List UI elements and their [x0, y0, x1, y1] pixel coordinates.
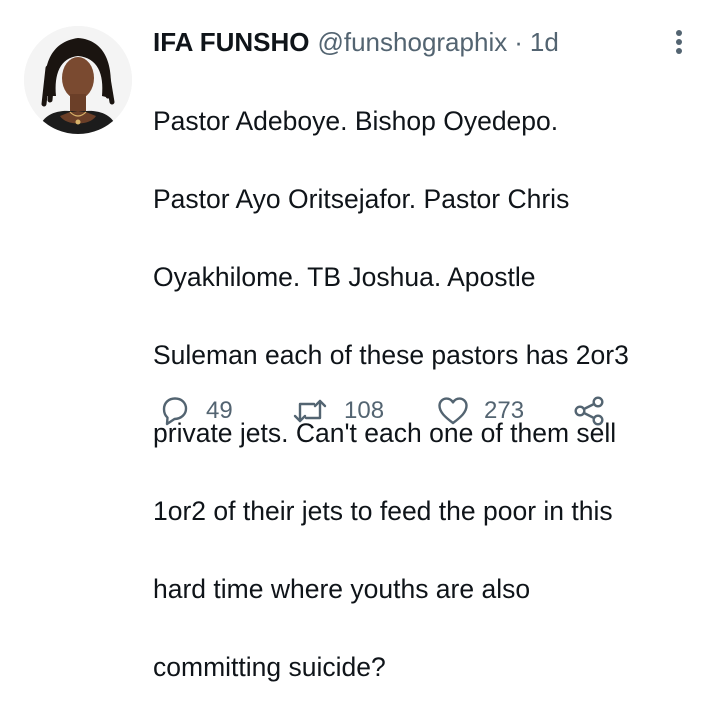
share-button[interactable]: [572, 395, 612, 427]
like-button[interactable]: 273: [436, 395, 572, 427]
like-count: 273: [484, 397, 525, 424]
tweet-text-line: Pastor Ayo Oritsejafor. Pastor Chris: [153, 184, 570, 214]
reply-count: 49: [206, 397, 233, 424]
author-handle[interactable]: @funshographix: [317, 26, 507, 58]
reply-button[interactable]: 49: [158, 395, 290, 427]
tweet-text-line: hard time where youths are also: [153, 574, 531, 604]
avatar[interactable]: [24, 26, 132, 134]
tweet-text-line: Oyakhilome. TB Joshua. Apostle: [153, 262, 536, 292]
avatar-image: [24, 26, 132, 134]
tweet-header: IFA FUNSHO @funshographix · 1d: [153, 26, 559, 58]
separator-dot: ·: [514, 27, 523, 57]
tweet-text-line: Pastor Adeboye. Bishop Oyedepo.: [153, 106, 559, 136]
retweet-count: 108: [344, 397, 385, 424]
heart-icon: [438, 397, 468, 425]
tweet-text-line: 1or2 of their jets to feed the poor in t…: [153, 496, 613, 526]
author-name[interactable]: IFA FUNSHO: [153, 26, 309, 58]
more-vertical-icon: [676, 30, 682, 54]
share-icon: [574, 396, 604, 426]
retweet-icon: [293, 399, 327, 423]
retweet-button[interactable]: 108: [290, 395, 436, 427]
tweet-text-line: Suleman each of these pastors has 2or3: [153, 340, 629, 370]
tweet-timestamp[interactable]: 1d: [530, 26, 559, 58]
tweet-actions: 49 108 273: [158, 392, 612, 430]
tweet-text-line: committing suicide?: [153, 652, 386, 682]
more-options-button[interactable]: [664, 26, 694, 58]
tweet[interactable]: IFA FUNSHO @funshographix · 1d Pastor Ad…: [0, 0, 720, 682]
reply-icon: [162, 397, 188, 426]
